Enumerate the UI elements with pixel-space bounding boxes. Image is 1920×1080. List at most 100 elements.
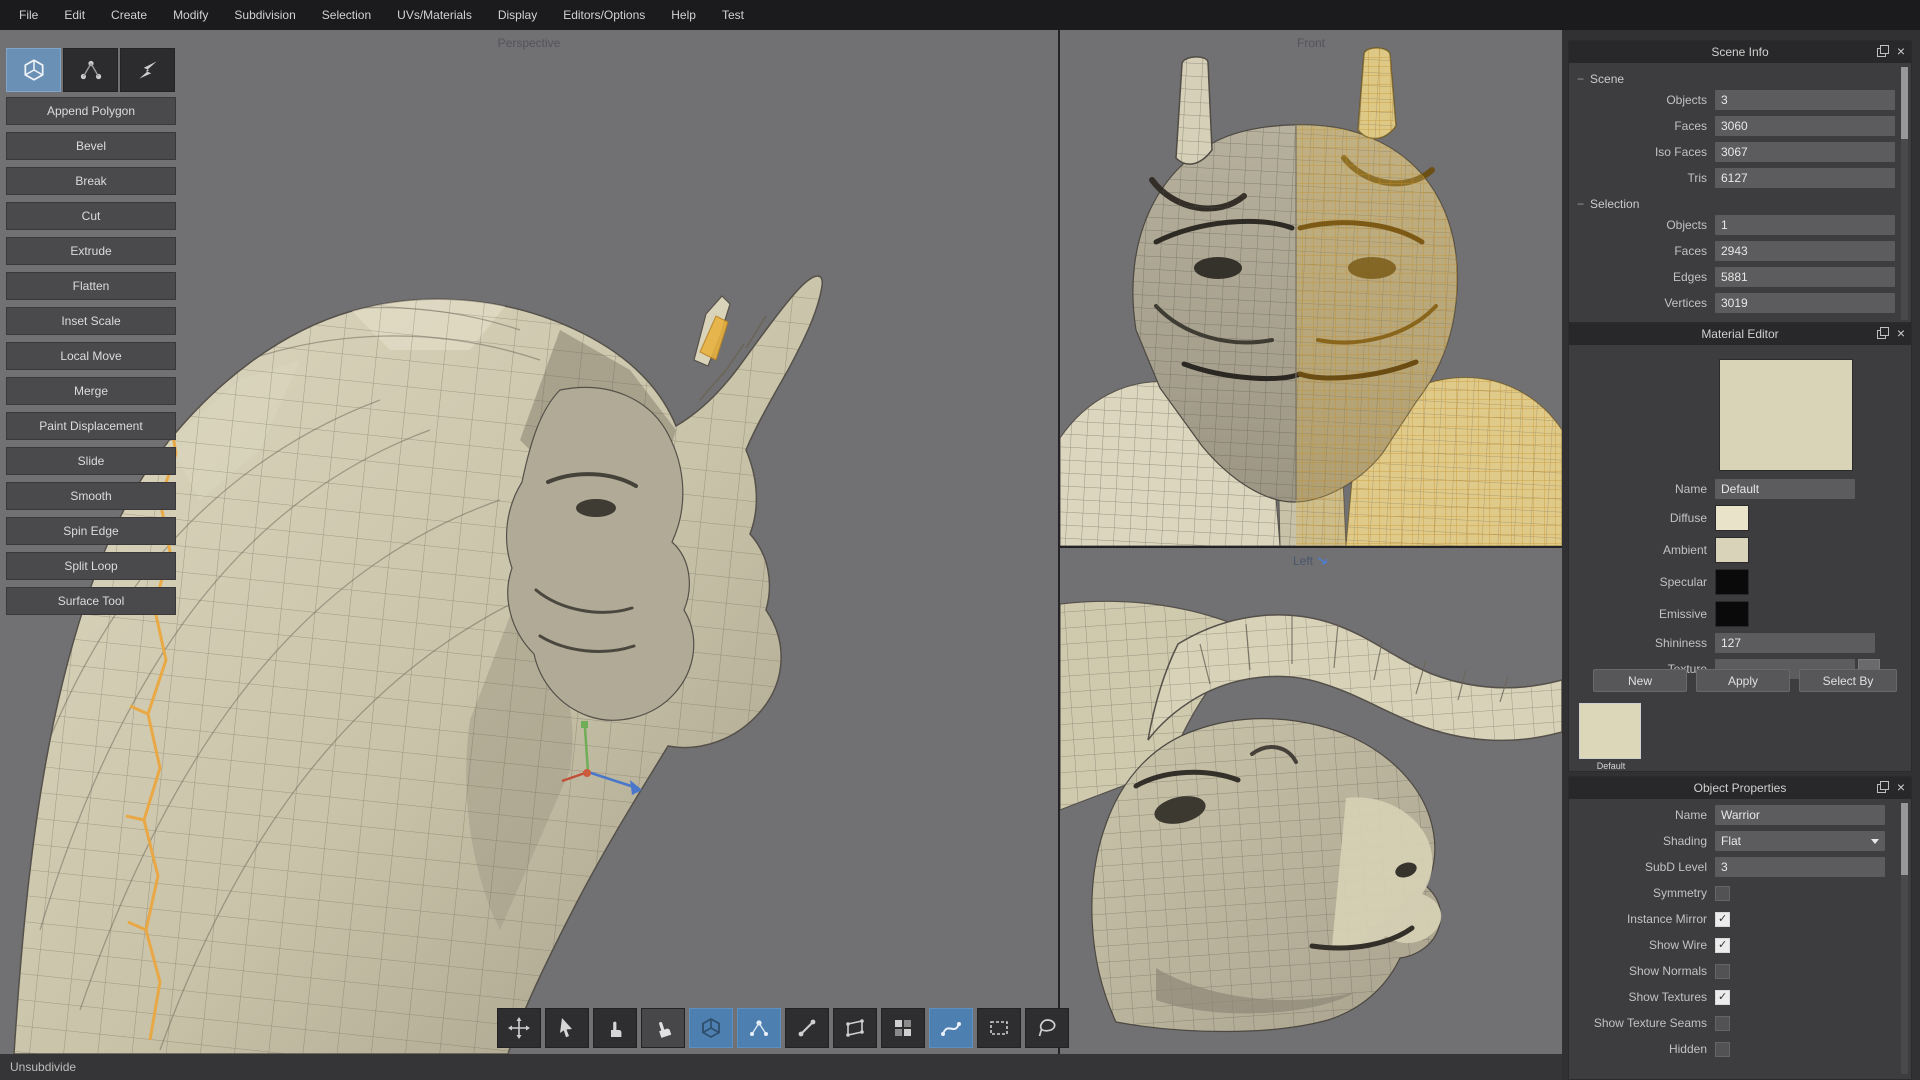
close-icon[interactable]: ×: [1897, 45, 1905, 57]
tool-cut[interactable]: Cut: [6, 202, 176, 230]
menu-test[interactable]: Test: [709, 0, 757, 30]
tool-smooth[interactable]: Smooth: [6, 482, 176, 510]
tool-spin-edge[interactable]: Spin Edge: [6, 517, 176, 545]
tool-append-polygon[interactable]: Append Polygon: [6, 97, 176, 125]
symmetry-label: Symmetry: [1569, 886, 1715, 900]
subd-level-field[interactable]: 3: [1715, 857, 1885, 877]
tool-split-loop[interactable]: Split Loop: [6, 552, 176, 580]
menu-edit[interactable]: Edit: [51, 0, 98, 30]
menu-bar: File Edit Create Modify Subdivision Sele…: [0, 0, 1920, 30]
face-mode-button[interactable]: [833, 1008, 877, 1048]
material-preview-swatch[interactable]: [1719, 359, 1853, 471]
shading-dropdown[interactable]: Flat: [1715, 831, 1885, 851]
show-texture-seams-checkbox[interactable]: [1715, 1016, 1730, 1031]
object-mode-button[interactable]: [689, 1008, 733, 1048]
edge-mode-button[interactable]: [785, 1008, 829, 1048]
element-mode-icon: [891, 1016, 915, 1040]
tool-bevel[interactable]: Bevel: [6, 132, 176, 160]
shininess-field[interactable]: 127: [1715, 633, 1875, 653]
diffuse-color-swatch[interactable]: [1715, 505, 1749, 531]
element-mode-button[interactable]: [881, 1008, 925, 1048]
tool-surface-tool[interactable]: Surface Tool: [6, 587, 176, 615]
spline-tool-button[interactable]: [929, 1008, 973, 1048]
menu-subdivision[interactable]: Subdivision: [221, 0, 308, 30]
specular-color-swatch[interactable]: [1715, 569, 1749, 595]
scene-group-header[interactable]: − Scene: [1577, 72, 1911, 86]
material-editor-panel: Material Editor × NameDefault Diffuse Am…: [1568, 322, 1912, 772]
float-panel-icon[interactable]: [1877, 45, 1889, 57]
apply-material-button[interactable]: Apply: [1696, 669, 1790, 692]
tab-edge-tools[interactable]: [120, 48, 175, 92]
float-panel-icon[interactable]: [1877, 781, 1889, 793]
emissive-color-swatch[interactable]: [1715, 601, 1749, 627]
menu-display[interactable]: Display: [485, 0, 550, 30]
tool-paint-displacement[interactable]: Paint Displacement: [6, 412, 176, 440]
object-properties-scrollbar[interactable]: [1901, 803, 1908, 1074]
material-list-item[interactable]: [1579, 703, 1641, 759]
object-name-label: Name: [1569, 808, 1715, 822]
objects-label: Objects: [1569, 93, 1715, 107]
face-mode-icon: [843, 1016, 867, 1040]
selection-group-header[interactable]: − Selection: [1577, 197, 1911, 211]
scene-info-title-bar[interactable]: Scene Info ×: [1569, 41, 1911, 63]
tab-polygon-tools[interactable]: [6, 48, 61, 92]
material-editor-title-bar[interactable]: Material Editor ×: [1569, 323, 1911, 345]
menu-modify[interactable]: Modify: [160, 0, 221, 30]
edge-mode-icon: [795, 1016, 819, 1040]
instance-mirror-checkbox[interactable]: [1715, 912, 1730, 927]
scrollbar-thumb[interactable]: [1901, 67, 1908, 139]
tool-flatten[interactable]: Flatten: [6, 272, 176, 300]
ambient-color-swatch[interactable]: [1715, 537, 1749, 563]
menu-uvs-materials[interactable]: UVs/Materials: [384, 0, 485, 30]
objects-value: 3: [1715, 90, 1895, 110]
sel-faces-label: Faces: [1569, 244, 1715, 258]
transform-tool-button[interactable]: [497, 1008, 541, 1048]
specular-label: Specular: [1569, 575, 1715, 589]
chevron-down-icon: [1871, 839, 1879, 844]
left-viewport[interactable]: Left: [1060, 548, 1562, 1054]
tool-inset-scale[interactable]: Inset Scale: [6, 307, 176, 335]
front-viewport[interactable]: Front: [1060, 30, 1562, 546]
close-icon[interactable]: ×: [1897, 781, 1905, 793]
right-panel-column: Scene Info × − Scene Objects3 Faces3060 …: [1562, 30, 1920, 1080]
tool-extrude[interactable]: Extrude: [6, 237, 176, 265]
show-wire-checkbox[interactable]: [1715, 938, 1730, 953]
tool-local-move[interactable]: Local Move: [6, 342, 176, 370]
edge-tools-icon: [135, 57, 161, 83]
grab-tool-button[interactable]: [593, 1008, 637, 1048]
tab-vertex-tools[interactable]: [63, 48, 118, 92]
tool-merge[interactable]: Merge: [6, 377, 176, 405]
object-properties-title-bar[interactable]: Object Properties ×: [1569, 777, 1911, 799]
vertex-mode-button[interactable]: [737, 1008, 781, 1048]
tool-break[interactable]: Break: [6, 167, 176, 195]
scene-info-scrollbar[interactable]: [1901, 67, 1908, 320]
menu-create[interactable]: Create: [98, 0, 160, 30]
hidden-checkbox[interactable]: [1715, 1042, 1730, 1057]
show-normals-checkbox[interactable]: [1715, 964, 1730, 979]
mode-toolbar: [497, 1008, 1069, 1048]
tool-slide[interactable]: Slide: [6, 447, 176, 475]
push-tool-button[interactable]: [641, 1008, 685, 1048]
collapse-icon: −: [1577, 72, 1584, 86]
lasso-select-button[interactable]: [1025, 1008, 1069, 1048]
object-name-field[interactable]: Warrior: [1715, 805, 1885, 825]
float-panel-icon[interactable]: [1877, 327, 1889, 339]
close-icon[interactable]: ×: [1897, 327, 1905, 339]
menu-file[interactable]: File: [6, 0, 51, 30]
tris-label: Tris: [1569, 171, 1715, 185]
material-name-field[interactable]: Default: [1715, 479, 1855, 499]
object-properties-panel: Object Properties × NameWarrior Shading …: [1568, 776, 1912, 1080]
menu-help[interactable]: Help: [658, 0, 709, 30]
menu-editors-options[interactable]: Editors/Options: [550, 0, 658, 30]
show-texture-seams-label: Show Texture Seams: [1569, 1016, 1715, 1030]
menu-selection[interactable]: Selection: [309, 0, 384, 30]
select-tool-button[interactable]: [545, 1008, 589, 1048]
front-model-canvas: [1060, 30, 1562, 546]
new-material-button[interactable]: New: [1593, 669, 1687, 692]
scrollbar-thumb[interactable]: [1901, 803, 1908, 875]
symmetry-checkbox[interactable]: [1715, 886, 1730, 901]
marquee-select-button[interactable]: [977, 1008, 1021, 1048]
show-textures-checkbox[interactable]: [1715, 990, 1730, 1005]
sel-objects-value: 1: [1715, 215, 1895, 235]
select-by-material-button[interactable]: Select By: [1799, 669, 1897, 692]
